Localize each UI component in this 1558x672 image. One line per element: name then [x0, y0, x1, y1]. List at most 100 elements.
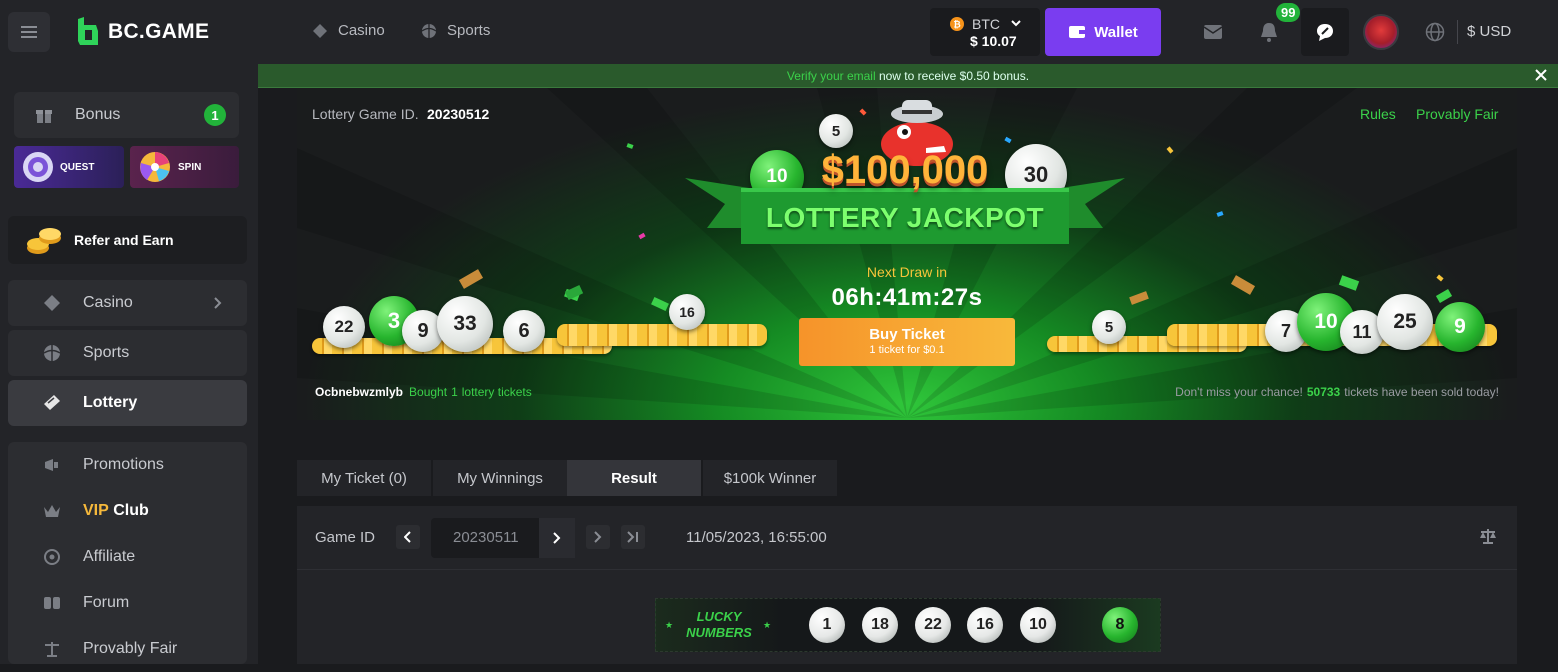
result-ball: 22: [915, 607, 951, 643]
wheel-icon: [140, 152, 170, 182]
lucky-line-1: LUCKY: [696, 609, 742, 624]
refer-and-earn-button[interactable]: Refer and Earn: [8, 216, 247, 264]
wallet-icon: [1069, 26, 1086, 38]
lottery-ball: 6: [503, 310, 545, 352]
skip-to-end-icon: [627, 531, 638, 543]
chevron-left-icon: [404, 531, 411, 543]
sidebar-item-label: Forum: [83, 594, 130, 611]
lottery-ball: 25: [1377, 294, 1433, 350]
sidebar-item-forum[interactable]: Forum: [8, 580, 247, 626]
verify-email-banner: Verify your email now to receive $0.50 b…: [258, 64, 1558, 88]
casino-icon: [42, 293, 62, 313]
brand-name: BC.GAME: [108, 20, 210, 43]
divider: [297, 569, 1517, 570]
divider: [1457, 20, 1458, 44]
lottery-ball: 5: [1092, 310, 1126, 344]
game-id-input-value: 20230511: [453, 529, 519, 546]
jackpot-title: LOTTERY JACKPOT: [765, 202, 1045, 233]
previous-game-button[interactable]: [396, 525, 420, 549]
star-icon: ★: [763, 620, 772, 630]
balance-amount: $ 10.07: [970, 33, 1017, 49]
chat-button[interactable]: [1301, 8, 1349, 56]
bitcoin-icon: ₿: [950, 17, 964, 31]
tab-my-ticket[interactable]: My Ticket (0): [297, 460, 431, 496]
tab-my-winnings[interactable]: My Winnings: [433, 460, 567, 496]
sidebar-secondary-menu: Promotions VIP Club Affiliate Forum Prov…: [8, 442, 247, 664]
nav-casino-label: Casino: [338, 22, 385, 39]
provably-fair-link[interactable]: Provably Fair: [1416, 106, 1498, 122]
next-page-button[interactable]: [586, 525, 610, 549]
spin-button[interactable]: SPIN: [130, 146, 239, 188]
scale-icon: [42, 639, 62, 659]
chevron-right-icon: [594, 531, 602, 543]
sidebar-bonus[interactable]: Bonus 1: [14, 92, 239, 138]
scale-icon[interactable]: [1479, 528, 1497, 544]
ticket-icon: [42, 393, 62, 413]
nav-sports[interactable]: Sports: [421, 22, 490, 39]
bonus-label: Bonus: [75, 106, 121, 123]
chevron-right-icon: [553, 532, 561, 544]
sidebar-item-casino[interactable]: Casino: [8, 280, 247, 326]
quest-label: QUEST: [60, 161, 95, 173]
currency-code: BTC: [972, 16, 1000, 32]
chevron-right-icon: [214, 297, 222, 309]
next-game-button[interactable]: [539, 518, 575, 558]
last-game-button[interactable]: [621, 525, 645, 549]
menu-toggle-button[interactable]: [8, 12, 50, 52]
globe-icon[interactable]: [1425, 22, 1445, 42]
sidebar-item-lottery[interactable]: Lottery: [8, 380, 247, 426]
sidebar-item-promotions[interactable]: Promotions: [8, 442, 247, 488]
casino-icon: [313, 23, 327, 38]
lottery-ball: 22: [323, 306, 365, 348]
game-id-label: Lottery Game ID.: [312, 106, 419, 122]
sidebar-item-vip-club[interactable]: VIP Club: [8, 488, 247, 534]
crown-icon: [42, 501, 62, 521]
buy-ticket-button[interactable]: Buy Ticket 1 ticket for $0.1: [799, 318, 1015, 366]
result-ball: 1: [809, 607, 845, 643]
countdown-timer: 06h:41m:27s: [831, 284, 983, 311]
sidebar-item-sports[interactable]: Sports: [8, 330, 247, 376]
lottery-ball: 9: [1435, 302, 1485, 352]
close-icon[interactable]: [1535, 69, 1547, 81]
jackpot-amount: $100,000: [821, 148, 989, 192]
rules-link[interactable]: Rules: [1360, 106, 1396, 122]
sidebar-item-affiliate[interactable]: Affiliate: [8, 534, 247, 580]
tickets-sold-info: Don't miss your chance! 50733 tickets ha…: [1175, 385, 1499, 399]
recent-purchase-feed: Ocbnebwzmlyb Bought 1 lottery tickets: [315, 385, 532, 399]
nav-sports-label: Sports: [447, 22, 491, 39]
lottery-ball: 33: [437, 296, 493, 352]
mail-icon[interactable]: [1203, 24, 1223, 40]
sidebar-item-label: Provably Fair: [83, 640, 178, 657]
sidebar: BC.GAME Bonus 1 QUEST SPIN Refer and Ear…: [0, 0, 258, 664]
quest-button[interactable]: QUEST: [14, 146, 124, 188]
star-icon: ★: [665, 620, 674, 630]
display-currency-selector[interactable]: $ USD: [1467, 23, 1511, 40]
sports-ball-icon: [42, 343, 62, 363]
buy-ticket-price: 1 ticket for $0.1: [869, 344, 945, 356]
affiliate-icon: [42, 547, 62, 567]
sidebar-item-label: Sports: [83, 344, 130, 361]
user-avatar[interactable]: [1363, 14, 1399, 50]
gold-coins-pile: [557, 324, 767, 346]
bc-logo-icon: [78, 17, 98, 45]
sports-ball-icon: [421, 23, 437, 38]
brand-logo[interactable]: BC.GAME: [76, 17, 209, 47]
coins-stack-icon: [27, 228, 61, 254]
sidebar-item-provably-fair[interactable]: Provably Fair: [8, 626, 247, 672]
tab-100k-winner[interactable]: $100k Winner: [703, 460, 837, 496]
spin-label: SPIN: [178, 161, 202, 173]
bonus-result-ball: 8: [1102, 607, 1138, 643]
forum-icon: [42, 593, 62, 613]
megaphone-icon: [42, 455, 62, 475]
sold-prefix: Don't miss your chance!: [1175, 385, 1303, 399]
result-ball: 16: [967, 607, 1003, 643]
game-id-input[interactable]: 20230511: [431, 518, 575, 558]
wallet-button[interactable]: Wallet: [1045, 8, 1161, 56]
gift-icon: [34, 105, 54, 125]
verify-email-link[interactable]: Verify your email: [787, 69, 876, 83]
sold-suffix: tickets have been sold today!: [1344, 385, 1499, 399]
nav-casino[interactable]: Casino: [312, 22, 385, 39]
bell-icon[interactable]: [1260, 22, 1278, 42]
currency-selector[interactable]: ₿ BTC $ 10.07: [930, 8, 1040, 56]
tab-result[interactable]: Result: [567, 460, 701, 496]
